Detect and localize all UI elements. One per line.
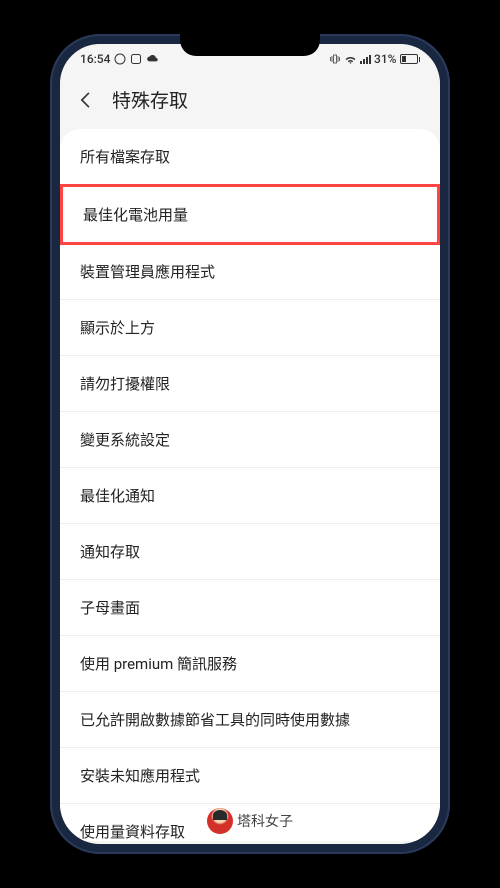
list-item-label: 裝置管理員應用程式 xyxy=(80,263,215,281)
list-item-label: 顯示於上方 xyxy=(80,319,155,337)
list-item-label: 最佳化電池用量 xyxy=(83,206,188,224)
settings-list: 所有檔案存取最佳化電池用量裝置管理員應用程式顯示於上方請勿打擾權限變更系統設定最… xyxy=(60,129,440,841)
status-left: 16:54 xyxy=(80,52,160,66)
list-item-label: 通知存取 xyxy=(80,543,140,561)
watermark: 塔科女子 xyxy=(207,808,293,834)
signal-icon xyxy=(360,55,371,64)
vibrate-icon xyxy=(329,53,341,65)
page-title: 特殊存取 xyxy=(112,86,188,113)
instagram-icon xyxy=(130,53,142,65)
list-item[interactable]: 所有檔案存取 xyxy=(60,129,440,185)
list-item[interactable]: 裝置管理員應用程式 xyxy=(60,244,440,300)
chevron-left-icon xyxy=(76,90,96,110)
list-item-label: 變更系統設定 xyxy=(80,431,170,449)
list-item-label: 使用 premium 簡訊服務 xyxy=(80,655,237,673)
list-item[interactable]: 變更系統設定 xyxy=(60,412,440,468)
list-item[interactable]: 最佳化電池用量 xyxy=(60,184,440,245)
header: 特殊存取 xyxy=(60,74,440,129)
back-button[interactable] xyxy=(76,90,96,110)
list-item-label: 安裝未知應用程式 xyxy=(80,767,200,785)
list-item-label: 使用量資料存取 xyxy=(80,823,185,841)
status-right: 31% xyxy=(329,52,420,66)
list-item[interactable]: 已允許開啟數據節省工具的同時使用數據 xyxy=(60,692,440,748)
list-item-label: 子母畫面 xyxy=(80,599,140,617)
list-item[interactable]: 最佳化通知 xyxy=(60,468,440,524)
phone-frame: 16:54 xyxy=(50,34,450,854)
cloud-icon xyxy=(146,53,160,65)
battery-icon xyxy=(400,54,421,64)
list-item[interactable]: 子母畫面 xyxy=(60,580,440,636)
messenger-icon xyxy=(114,53,126,65)
list-item[interactable]: 通知存取 xyxy=(60,524,440,580)
battery-percent: 31% xyxy=(374,52,396,66)
list-item-label: 已允許開啟數據節省工具的同時使用數據 xyxy=(80,711,350,729)
notch xyxy=(180,34,320,56)
list-item-label: 最佳化通知 xyxy=(80,487,155,505)
list-item-label: 請勿打擾權限 xyxy=(80,375,170,393)
phone-screen: 16:54 xyxy=(60,44,440,844)
list-item[interactable]: 安裝未知應用程式 xyxy=(60,748,440,804)
list-item-label: 所有檔案存取 xyxy=(80,148,170,166)
wifi-icon xyxy=(344,54,357,64)
list-item[interactable]: 請勿打擾權限 xyxy=(60,356,440,412)
watermark-avatar-icon xyxy=(207,808,233,834)
list-item[interactable]: 使用 premium 簡訊服務 xyxy=(60,636,440,692)
status-time: 16:54 xyxy=(80,52,110,66)
list-item[interactable]: 顯示於上方 xyxy=(60,300,440,356)
watermark-text: 塔科女子 xyxy=(237,811,293,831)
